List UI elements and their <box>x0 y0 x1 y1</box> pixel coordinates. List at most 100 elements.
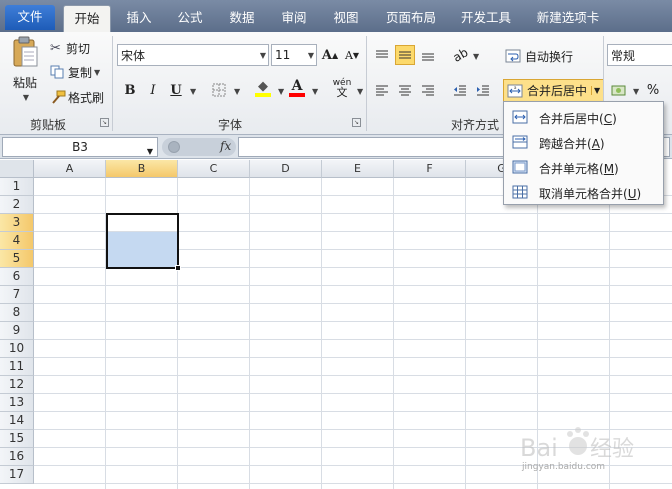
tab-view[interactable]: 视图 <box>328 5 364 32</box>
row-header-10[interactable]: 10 <box>0 340 34 358</box>
row-header-17[interactable]: 17 <box>0 466 34 484</box>
row-header-2[interactable]: 2 <box>0 196 34 214</box>
underline-button[interactable]: U <box>166 80 186 100</box>
tab-data[interactable]: 数据 <box>224 5 260 32</box>
row-header-11[interactable]: 11 <box>0 358 34 376</box>
selection-border <box>106 213 179 269</box>
align-top-button[interactable] <box>372 45 392 65</box>
align-left-button[interactable] <box>372 80 392 100</box>
italic-icon: I <box>150 82 156 98</box>
column-header-e[interactable]: E <box>322 160 394 178</box>
menu-item-label: 合并后居中(C) <box>539 112 617 126</box>
row-header-15[interactable]: 15 <box>0 430 34 448</box>
align-right-button[interactable] <box>418 80 438 100</box>
font-size-select[interactable]: 11 ▼ <box>271 44 317 66</box>
text-orientation-icon: ab <box>450 45 470 65</box>
watermark-url: jingyan.baidu.com <box>522 462 606 472</box>
fill-color-button[interactable]: ◆ <box>253 78 273 98</box>
copy-button[interactable]: 复制 ▼ <box>50 63 100 81</box>
chevron-down-icon: ▼ <box>259 51 266 60</box>
merge-across-icon <box>512 135 528 149</box>
row-header-16[interactable]: 16 <box>0 448 34 466</box>
fill-handle[interactable] <box>175 265 181 271</box>
font-name-select[interactable]: 宋体 ▼ <box>117 44 269 66</box>
paint-bucket-icon: ◆ <box>258 78 268 94</box>
accounting-format-button[interactable] <box>609 80 629 100</box>
increase-indent-icon <box>477 85 489 96</box>
grow-font-button[interactable]: A ▲ <box>320 45 340 65</box>
merge-cells-icon <box>512 160 528 174</box>
row-header-5[interactable]: 5 <box>0 250 34 268</box>
row-header-12[interactable]: 12 <box>0 376 34 394</box>
font-color-swatch <box>289 92 305 97</box>
row-header-14[interactable]: 14 <box>0 412 34 430</box>
merge-center-button[interactable]: a 合并后居中 ▼ <box>503 79 605 102</box>
dialog-launcher-icon[interactable]: ↘ <box>352 118 361 127</box>
increase-indent-button[interactable] <box>473 80 493 100</box>
shrink-font-button[interactable]: A ▼ <box>342 45 362 65</box>
menu-item-unmerge-cells[interactable]: 取消单元格合并(U) <box>505 180 662 204</box>
row-header-3[interactable]: 3 <box>0 214 34 232</box>
menu-item-merge-across[interactable]: 跨越合并(A) <box>505 130 662 154</box>
row-header-6[interactable]: 6 <box>0 268 34 286</box>
bold-button[interactable]: B <box>120 80 140 100</box>
align-middle-button[interactable] <box>395 45 415 65</box>
dialog-launcher-icon[interactable]: ↘ <box>100 118 109 127</box>
percent-button[interactable]: % <box>643 80 663 100</box>
italic-button[interactable]: I <box>143 80 163 100</box>
tab-formulas[interactable]: 公式 <box>172 5 208 32</box>
copy-icon <box>50 65 64 79</box>
number-format-select[interactable]: 常规 <box>607 44 672 66</box>
paste-label: 粘贴 <box>12 76 37 90</box>
tab-new[interactable]: 新建选项卡 <box>532 5 604 32</box>
font-color-button[interactable]: A <box>287 78 307 98</box>
align-bottom-icon <box>422 53 434 61</box>
insert-function-button[interactable]: fx <box>220 139 231 153</box>
wrap-text-label: 自动换行 <box>525 49 574 64</box>
tab-home[interactable]: 开始 <box>63 5 111 32</box>
column-header-d[interactable]: D <box>250 160 322 178</box>
row-header-8[interactable]: 8 <box>0 304 34 322</box>
paste-button[interactable]: 粘贴 ▼ <box>8 36 42 108</box>
scissors-icon: ✂ <box>50 40 61 56</box>
column-header-f[interactable]: F <box>394 160 466 178</box>
row-header-9[interactable]: 9 <box>0 322 34 340</box>
copy-label: 复制 <box>68 65 93 80</box>
menu-item-merge-cells[interactable]: 合并单元格(M) <box>505 155 662 179</box>
tab-page-layout[interactable]: 页面布局 <box>381 5 441 32</box>
format-painter-button[interactable]: 格式刷 <box>50 88 104 106</box>
percent-icon: % <box>646 82 660 98</box>
name-box[interactable]: B3 ▼ <box>2 137 158 157</box>
menu-item-label: 合并单元格(M) <box>539 162 619 176</box>
tab-review[interactable]: 审阅 <box>276 5 312 32</box>
select-all-corner[interactable] <box>0 160 34 178</box>
align-center-button[interactable] <box>395 80 415 100</box>
chevron-down-icon[interactable]: ▼ <box>591 86 600 95</box>
row-header-13[interactable]: 13 <box>0 394 34 412</box>
align-center-icon <box>399 85 411 96</box>
phonetic-button[interactable]: wén 文 <box>330 78 354 98</box>
tab-insert[interactable]: 插入 <box>122 5 156 32</box>
cut-label: 剪切 <box>66 41 91 56</box>
tab-developer[interactable]: 开发工具 <box>455 5 517 32</box>
wrap-text-button[interactable]: 自动换行 <box>505 46 573 66</box>
column-header-b[interactable]: B <box>106 160 178 178</box>
fill-color-swatch <box>255 92 271 97</box>
row-header-4[interactable]: 4 <box>0 232 34 250</box>
expand-handle-icon[interactable] <box>168 141 180 153</box>
row-header-7[interactable]: 7 <box>0 286 34 304</box>
tab-file[interactable]: 文件 <box>5 5 55 30</box>
decrease-indent-button[interactable] <box>450 80 470 100</box>
clipboard-group-label: 剪贴板 <box>29 118 66 132</box>
column-header-c[interactable]: C <box>178 160 250 178</box>
cut-button[interactable]: ✂ 剪切 <box>50 39 90 57</box>
font-size-value: 11 <box>275 48 291 62</box>
row-header-1[interactable]: 1 <box>0 178 34 196</box>
orientation-button[interactable]: ab <box>450 45 470 65</box>
column-header-a[interactable]: A <box>34 160 106 178</box>
menu-item-merge-center[interactable]: 合并后居中(C) <box>505 105 662 129</box>
borders-button[interactable] <box>209 80 229 100</box>
align-left-icon <box>376 85 388 96</box>
merge-center-label: 合并后居中 <box>527 84 588 98</box>
align-bottom-button[interactable] <box>418 45 438 65</box>
